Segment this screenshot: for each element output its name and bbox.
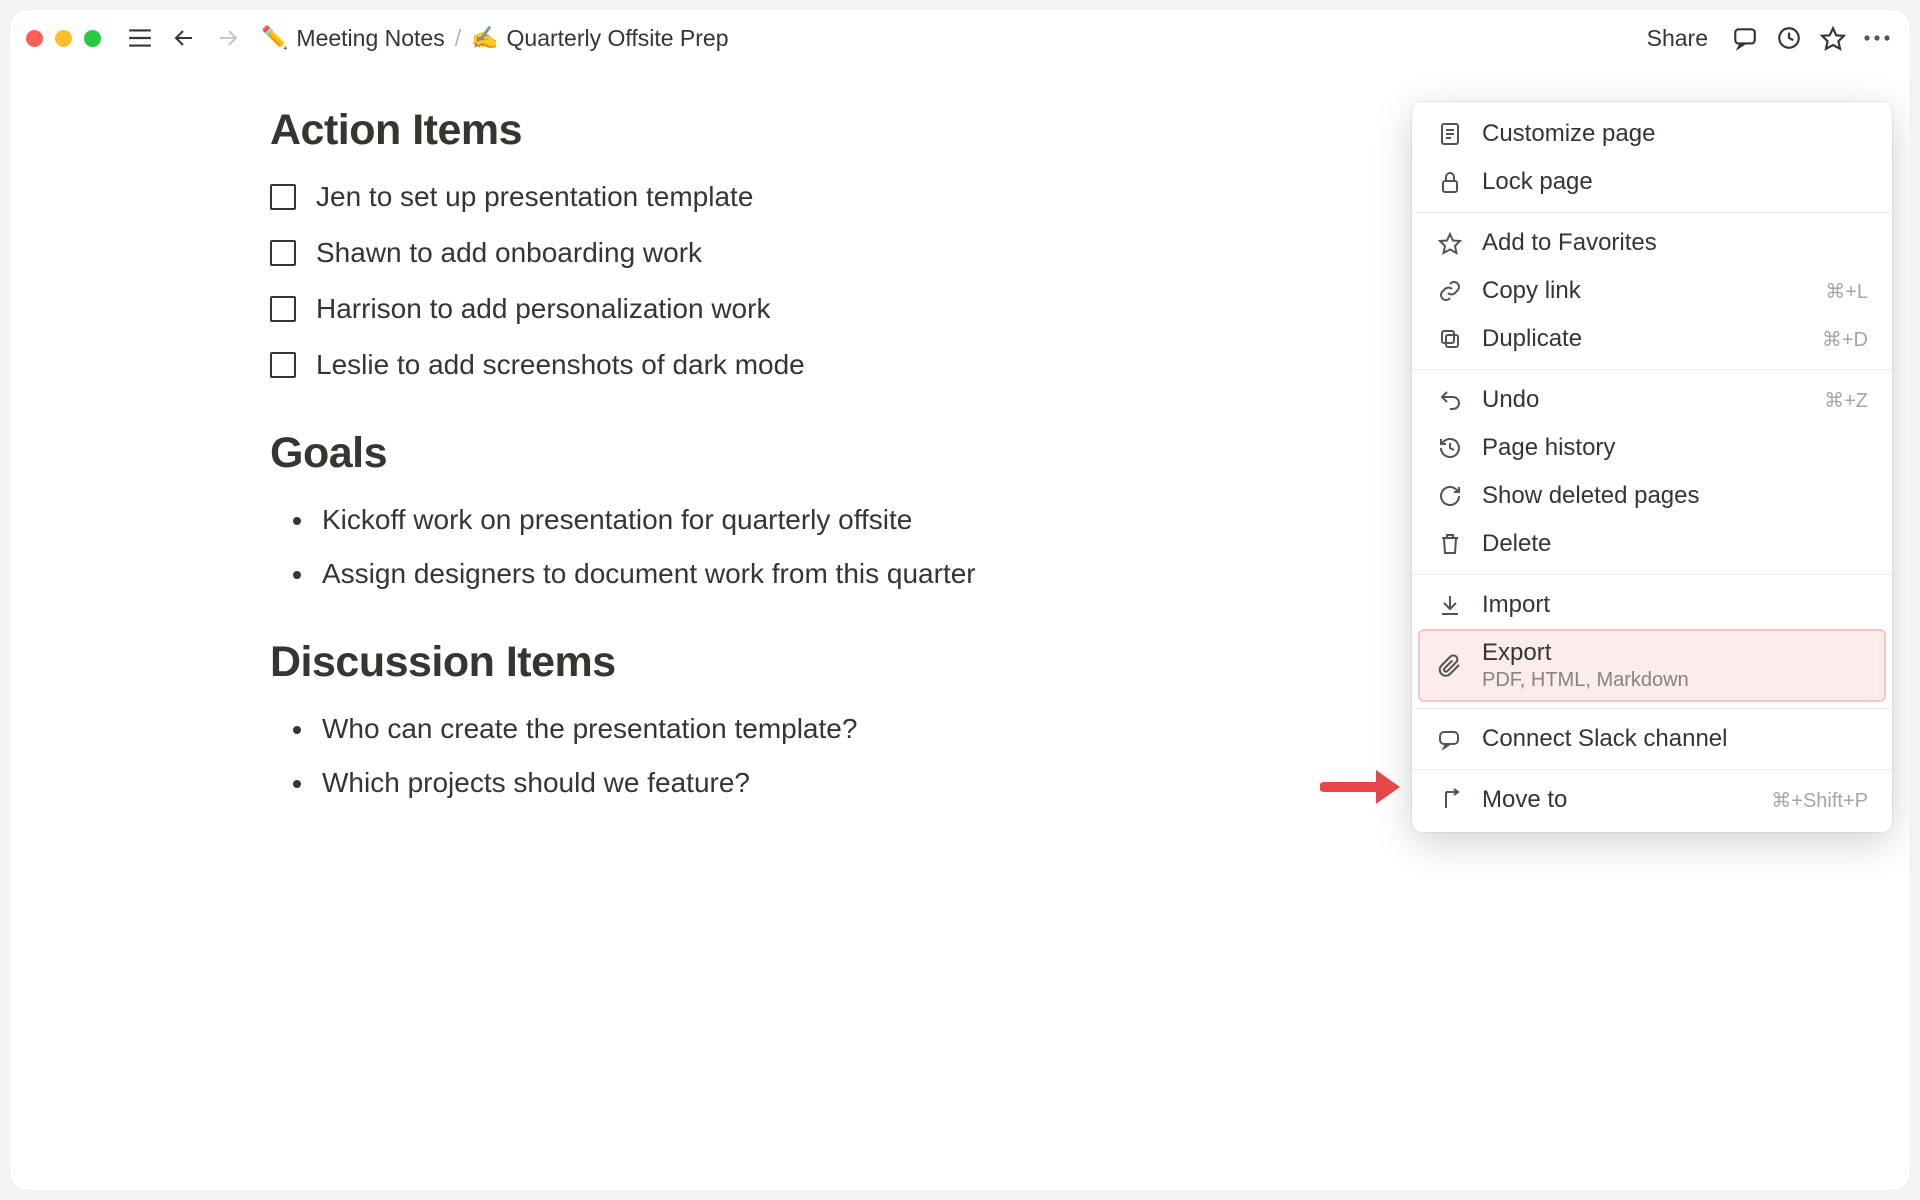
todo-text: Jen to set up presentation template (316, 181, 753, 213)
share-button[interactable]: Share (1647, 25, 1708, 52)
menu-label: Lock page (1482, 168, 1868, 196)
todo-text: Leslie to add screenshots of dark mode (316, 349, 805, 381)
more-menu-button[interactable] (1860, 21, 1894, 55)
nav-back-button[interactable] (167, 21, 201, 55)
menu-label: Add to Favorites (1482, 229, 1868, 257)
menu-label: Duplicate (1482, 325, 1804, 353)
menu-label: Undo (1482, 386, 1806, 414)
menu-divider (1412, 708, 1892, 709)
todo-text: Harrison to add personalization work (316, 293, 770, 325)
checkbox-icon[interactable] (270, 240, 296, 266)
menu-lock-page[interactable]: Lock page (1412, 158, 1892, 206)
menu-label: Customize page (1482, 120, 1868, 148)
menu-undo[interactable]: Undo ⌘+Z (1412, 376, 1892, 424)
page-icon (1436, 120, 1464, 148)
menu-move-to[interactable]: Move to ⌘+Shift+P (1412, 776, 1892, 824)
shortcut-label: ⌘+Shift+P (1771, 788, 1868, 813)
import-icon (1436, 591, 1464, 619)
menu-copy-link[interactable]: Copy link ⌘+L (1412, 267, 1892, 315)
menu-add-to-favorites[interactable]: Add to Favorites (1412, 219, 1892, 267)
menu-page-history[interactable]: Page history (1412, 424, 1892, 472)
todo-text: Shawn to add onboarding work (316, 237, 702, 269)
sidebar-toggle-button[interactable] (123, 21, 157, 55)
breadcrumb-page[interactable]: Quarterly Offsite Prep (507, 25, 729, 52)
maximize-window-button[interactable] (84, 30, 101, 47)
breadcrumb: ✏️ Meeting Notes / ✍️ Quarterly Offsite … (261, 25, 729, 52)
callout-arrow-icon (1320, 764, 1400, 810)
menu-label: Copy link (1482, 277, 1807, 305)
menu-label: Page history (1482, 434, 1868, 462)
breadcrumb-page-emoji: ✍️ (471, 25, 498, 51)
duplicate-icon (1436, 325, 1464, 353)
nav-forward-button[interactable] (211, 21, 245, 55)
slack-icon (1436, 725, 1464, 753)
menu-label: Move to (1482, 786, 1753, 814)
menu-export[interactable]: Export PDF, HTML, Markdown (1418, 629, 1886, 702)
menu-duplicate[interactable]: Duplicate ⌘+D (1412, 315, 1892, 363)
menu-connect-slack[interactable]: Connect Slack channel (1412, 715, 1892, 763)
menu-label: Export (1482, 639, 1868, 667)
close-window-button[interactable] (26, 30, 43, 47)
menu-sublabel: PDF, HTML, Markdown (1482, 669, 1868, 692)
updates-icon[interactable] (1772, 21, 1806, 55)
attachment-icon (1436, 652, 1464, 680)
checkbox-icon[interactable] (270, 352, 296, 378)
refresh-icon (1436, 482, 1464, 510)
menu-divider (1412, 769, 1892, 770)
menu-customize-page[interactable]: Customize page (1412, 110, 1892, 158)
star-icon (1436, 229, 1464, 257)
undo-icon (1436, 386, 1464, 414)
menu-label: Import (1482, 591, 1868, 619)
trash-icon (1436, 530, 1464, 558)
history-icon (1436, 434, 1464, 462)
checkbox-icon[interactable] (270, 296, 296, 322)
traffic-lights (26, 30, 101, 47)
breadcrumb-parent[interactable]: Meeting Notes (296, 25, 444, 52)
link-icon (1436, 277, 1464, 305)
menu-delete[interactable]: Delete (1412, 520, 1892, 568)
shortcut-label: ⌘+L (1825, 279, 1868, 304)
move-icon (1436, 786, 1464, 814)
menu-divider (1412, 369, 1892, 370)
menu-label: Delete (1482, 530, 1868, 558)
topbar: ✏️ Meeting Notes / ✍️ Quarterly Offsite … (10, 10, 1910, 66)
menu-label: Show deleted pages (1482, 482, 1868, 510)
minimize-window-button[interactable] (55, 30, 72, 47)
menu-show-deleted-pages[interactable]: Show deleted pages (1412, 472, 1892, 520)
checkbox-icon[interactable] (270, 184, 296, 210)
menu-divider (1412, 212, 1892, 213)
breadcrumb-separator: / (455, 25, 461, 52)
comments-icon[interactable] (1728, 21, 1762, 55)
page-context-menu: Customize page Lock page Add to Favorite… (1412, 102, 1892, 832)
app-window: ✏️ Meeting Notes / ✍️ Quarterly Offsite … (10, 10, 1910, 1190)
menu-divider (1412, 574, 1892, 575)
menu-import[interactable]: Import (1412, 581, 1892, 629)
shortcut-label: ⌘+Z (1824, 388, 1868, 413)
shortcut-label: ⌘+D (1822, 327, 1868, 352)
breadcrumb-parent-emoji: ✏️ (261, 25, 288, 51)
favorite-icon[interactable] (1816, 21, 1850, 55)
lock-icon (1436, 168, 1464, 196)
menu-label: Connect Slack channel (1482, 725, 1868, 753)
